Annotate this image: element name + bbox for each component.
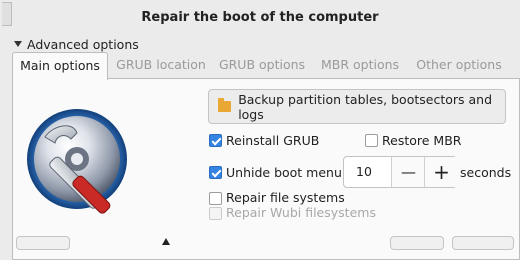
tab-bar: Main options GRUB location GRUB options … bbox=[12, 52, 520, 80]
window-edge-control bbox=[2, 2, 12, 26]
reinstall-grub-checkbox[interactable] bbox=[209, 134, 222, 147]
minus-icon: — bbox=[401, 163, 416, 181]
tab-main-options[interactable]: Main options bbox=[12, 52, 108, 80]
mouse-cursor-icon bbox=[162, 238, 170, 245]
repair-file-systems-label: Repair file systems bbox=[226, 190, 345, 205]
plus-icon: + bbox=[433, 160, 450, 184]
decrement-button[interactable]: — bbox=[391, 157, 425, 187]
backup-button-label: Backup partition tables, bootsectors and… bbox=[238, 91, 493, 122]
repair-wubi-label: Repair Wubi filesystems bbox=[226, 205, 376, 220]
unhide-boot-menu-checkbox[interactable] bbox=[209, 166, 222, 179]
unhide-boot-menu-label: Unhide boot menu : bbox=[226, 165, 351, 180]
tab-other-options[interactable]: Other options bbox=[411, 52, 507, 78]
window-title: Repair the boot of the computer bbox=[141, 9, 379, 25]
increment-button[interactable]: + bbox=[424, 157, 458, 187]
folder-icon bbox=[218, 98, 232, 112]
restore-mbr-label: Restore MBR bbox=[382, 133, 462, 148]
spinner-value[interactable]: 10 bbox=[356, 157, 372, 187]
window-titlebar: Repair the boot of the computer bbox=[0, 0, 520, 34]
repair-wubi-checkbox bbox=[209, 207, 222, 220]
restore-mbr-checkbox[interactable] bbox=[365, 134, 378, 147]
reinstall-grub-label: Reinstall GRUB bbox=[226, 133, 320, 148]
tab-grub-location[interactable]: GRUB location bbox=[112, 52, 210, 78]
expander-label: Advanced options bbox=[27, 36, 139, 52]
advanced-options-expander[interactable]: Advanced options bbox=[14, 36, 139, 52]
repair-file-systems-checkbox[interactable] bbox=[209, 192, 222, 205]
boot-repair-logo bbox=[25, 107, 137, 222]
bottom-button-left[interactable] bbox=[16, 236, 70, 250]
expander-arrow-icon bbox=[14, 41, 22, 47]
tab-grub-options[interactable]: GRUB options bbox=[215, 52, 309, 78]
main-options-panel: Backup partition tables, bootsectors and… bbox=[12, 78, 520, 260]
boot-menu-seconds-spinner[interactable]: 10 — + bbox=[343, 156, 458, 188]
backup-button[interactable]: Backup partition tables, bootsectors and… bbox=[208, 89, 506, 124]
seconds-unit-label: seconds bbox=[460, 165, 512, 180]
bottom-button-right[interactable] bbox=[452, 236, 514, 250]
tab-mbr-options[interactable]: MBR options bbox=[315, 52, 405, 78]
bottom-button-middle[interactable] bbox=[390, 236, 444, 250]
